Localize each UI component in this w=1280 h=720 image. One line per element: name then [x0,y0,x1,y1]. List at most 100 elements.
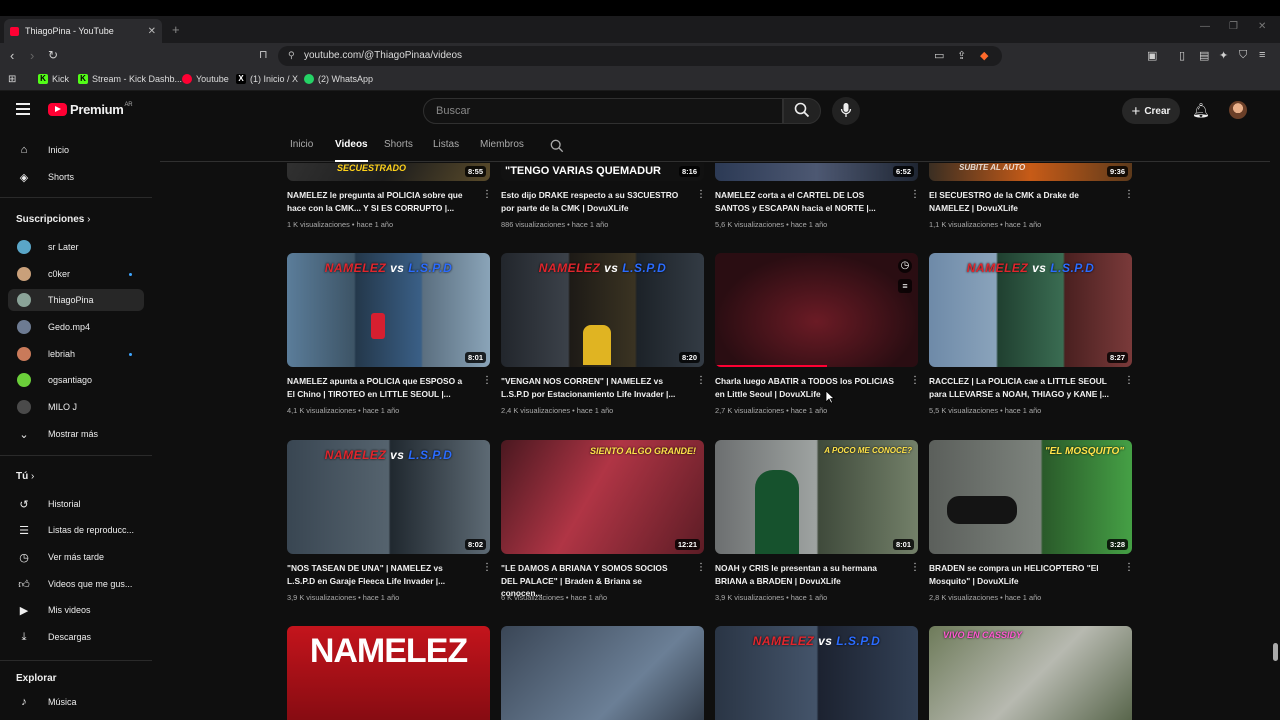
sidebar-sub-sr-later[interactable]: sr Later [8,236,144,258]
add-to-queue-icon[interactable]: ≡ [898,279,912,293]
video-title[interactable]: RACCLEZ | La POLICIA cae a LITTLE SEOUL … [929,375,1113,400]
wallet-icon[interactable]: ▤ [1199,49,1209,62]
sidebar-item-liked[interactable]: 👍︎ Videos que me gus... [8,573,144,595]
video-title[interactable]: NAMELEZ corta a el CARTEL DE LOS SANTOS … [715,189,899,214]
you-heading[interactable]: Tú › [16,471,34,482]
video-thumbnail[interactable]: ◷ ≡ [715,253,918,367]
close-window-icon[interactable]: ✕ [1258,21,1266,32]
sidebar-sub-lebriah[interactable]: lebriah [8,343,144,365]
url-field[interactable]: ⚲ youtube.com/@ThiagoPinaa/videos [278,46,1002,66]
scrollbar-thumb[interactable] [1273,643,1278,661]
notifications-bell-icon[interactable]: 🔔︎ [1192,102,1210,119]
watch-later-icon[interactable]: ◷ [898,259,912,273]
subscriptions-heading[interactable]: Suscripciones › [16,214,90,225]
video-thumbnail[interactable]: NAMELEZ vs L.S.P.D 8:27 [929,253,1132,367]
video-title[interactable]: NOAH y CRIS le presentan a su hermana BR… [715,562,899,587]
video-thumbnail[interactable]: SECUESTRADO 8:55 [287,163,490,181]
more-options-icon[interactable]: ⋮ [696,376,706,386]
more-options-icon[interactable]: ⋮ [482,563,492,573]
sidebar-sub-gedo[interactable]: Gedo.mp4 [8,316,144,338]
close-tab-icon[interactable]: ✕ [148,26,156,37]
video-thumbnail[interactable]: NAMELEZ [287,626,490,720]
sidebar-item-inicio[interactable]: ⌂ Inicio [8,139,144,161]
vpn-icon[interactable]: ⛉ [1239,49,1247,62]
youtube-premium-logo[interactable]: Premium AR [48,102,133,117]
minimize-icon[interactable]: — [1200,21,1210,32]
site-info-icon[interactable]: ⚲ [288,50,295,61]
video-title[interactable]: "VENGAN NOS CORREN" | NAMELEZ vs L.S.P.D… [501,375,685,400]
sidebar-icon[interactable]: ▯ [1179,49,1185,62]
apps-grid-icon[interactable]: ⊞ [8,74,16,85]
more-options-icon[interactable]: ⋮ [910,563,920,573]
bookmark-stream-kick[interactable]: K Stream - Kick Dashb... [78,74,182,84]
sidebar-item-historial[interactable]: ↺ Historial [8,493,144,515]
video-thumbnail[interactable]: "EL MOSQUITO" 3:28 [929,440,1132,554]
bookmark-x[interactable]: X (1) Inicio / X [236,74,298,84]
tab-miembros[interactable]: Miembros [480,139,524,150]
more-options-icon[interactable]: ⋮ [482,376,492,386]
sidebar-item-musica[interactable]: ♪ Música [8,691,144,713]
video-thumbnail[interactable]: NAMELEZ vs L.S.P.D 8:01 [287,253,490,367]
sidebar-item-my-videos[interactable]: ▶ Mis videos [8,599,144,621]
share-icon[interactable]: ⇪ [957,49,966,62]
video-thumbnail[interactable]: NAMELEZ vs L.S.P.D [715,626,918,720]
more-options-icon[interactable]: ⋮ [910,190,920,200]
video-thumbnail[interactable]: SIENTO ALGO GRANDE! 12:21 [501,440,704,554]
video-thumbnail[interactable] [501,626,704,720]
maximize-icon[interactable]: ❐ [1229,21,1238,32]
video-title[interactable]: "NOS TASEAN DE UNA" | NAMELEZ vs L.S.P.D… [287,562,471,587]
bookmark-whatsapp[interactable]: (2) WhatsApp [304,74,373,84]
tab-listas[interactable]: Listas [433,139,459,150]
ai-icon[interactable]: ✦ [1219,49,1228,62]
back-icon[interactable]: ‹ [10,48,14,63]
video-thumbnail[interactable]: VIVO EN CASSIDY [929,626,1132,720]
video-thumbnail[interactable]: SUBITE AL AUTO 9:36 [929,163,1132,181]
video-title[interactable]: NAMELEZ le pregunta al POLICIA sobre que… [287,189,471,214]
bookmark-youtube[interactable]: Youtube [182,74,229,84]
page-scrollbar[interactable] [1270,92,1280,720]
tab-shorts[interactable]: Shorts [384,139,413,150]
sidebar-sub-milo-j[interactable]: MILO J [8,396,144,418]
voice-search-button[interactable] [832,97,860,125]
video-title[interactable]: BRADEN se compra un HELICOPTERO "El Mosq… [929,562,1113,587]
create-button[interactable]: + Crear [1122,98,1180,124]
video-thumbnail[interactable]: "TENGO VARIAS QUEMADUR 8:16 [501,163,704,181]
sidebar-item-playlists[interactable]: ☰ Listas de reproducc... [8,519,144,541]
sidebar-item-shorts[interactable]: ◈ Shorts [8,166,144,188]
bookmark-kick[interactable]: K Kick [38,74,69,84]
more-options-icon[interactable]: ⋮ [910,376,920,386]
video-title[interactable]: El SECUESTRO de la CMK a Drake de NAMELE… [929,189,1113,214]
video-title[interactable]: Esto dijo DRAKE respecto a su S3CUESTRO … [501,189,685,214]
more-options-icon[interactable]: ⋮ [696,190,706,200]
search-input[interactable]: Buscar [423,98,783,124]
more-options-icon[interactable]: ⋮ [482,190,492,200]
channel-search-icon[interactable] [550,139,564,153]
cast-icon[interactable]: ▭ [934,49,944,62]
more-options-icon[interactable]: ⋮ [1124,563,1134,573]
video-thumbnail[interactable]: A POCO ME CONOCE? 8:01 [715,440,918,554]
sidebar-sub-thiagopina[interactable]: ThiagoPina [8,289,144,311]
more-options-icon[interactable]: ⋮ [1124,376,1134,386]
bookmark-icon[interactable]: ⊓ [259,48,268,61]
menu-icon[interactable]: ≡ [1259,49,1265,61]
more-options-icon[interactable]: ⋮ [1124,190,1134,200]
hamburger-menu-icon[interactable] [16,103,30,118]
browser-tab[interactable]: ThiagoPina - YouTube ✕ [4,19,162,43]
video-title[interactable]: Charla luego ABATIR a TODOS los POLICIAS… [715,375,899,400]
video-thumbnail[interactable]: 6:52 [715,163,918,181]
sidebar-sub-ogsantiago[interactable]: ogsantiago [8,369,144,391]
forward-icon[interactable]: › [30,48,34,63]
user-avatar[interactable] [1229,101,1247,119]
tab-inicio[interactable]: Inicio [290,139,313,150]
tab-videos[interactable]: Videos [335,139,368,162]
sidebar-item-downloads[interactable]: ⤓ Descargas [8,626,144,648]
video-thumbnail[interactable]: NAMELEZ vs L.S.P.D 8:20 [501,253,704,367]
reload-icon[interactable]: ↻ [48,48,58,62]
sidebar-item-watch-later[interactable]: ◷ Ver más tarde [8,546,144,568]
extensions-icon[interactable]: ▣ [1147,49,1157,62]
sidebar-sub-c0ker[interactable]: c0ker [8,263,144,285]
video-thumbnail[interactable]: NAMELEZ vs L.S.P.D 8:02 [287,440,490,554]
video-title[interactable]: NAMELEZ apunta a POLICIA que ESPOSO a El… [287,375,471,400]
show-more-button[interactable]: ⌄ Mostrar más [8,423,144,445]
new-tab-icon[interactable]: + [172,22,180,37]
